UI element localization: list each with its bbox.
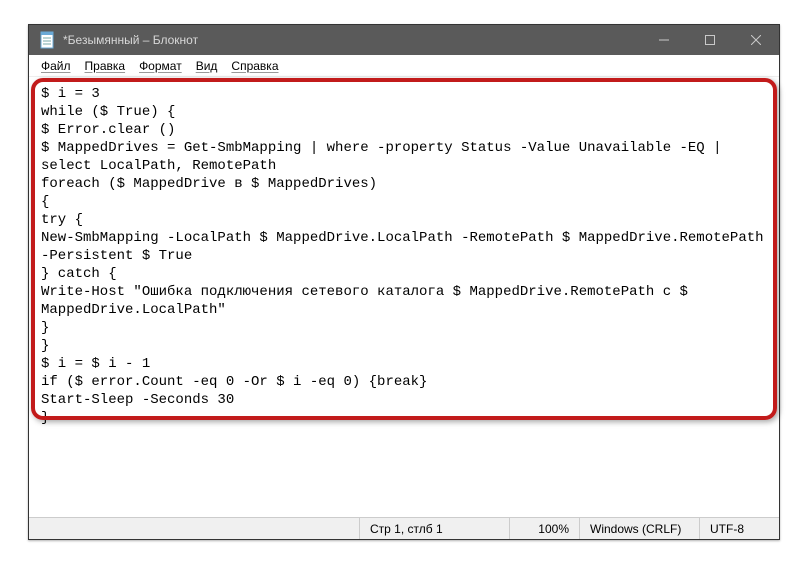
status-zoom: 100%	[509, 518, 579, 539]
maximize-button[interactable]	[687, 25, 733, 55]
status-line-ending: Windows (CRLF)	[579, 518, 699, 539]
text-editor[interactable]: $ i = 3 while ($ True) { $ Error.clear (…	[35, 81, 773, 515]
statusbar: Стр 1, стлб 1 100% Windows (CRLF) UTF-8	[29, 517, 779, 539]
menu-format[interactable]: Формат	[133, 57, 188, 75]
menubar: Файл Правка Формат Вид Справка	[29, 55, 779, 77]
notepad-icon	[39, 30, 55, 50]
minimize-button[interactable]	[641, 25, 687, 55]
menu-view[interactable]: Вид	[190, 57, 224, 75]
menu-file[interactable]: Файл	[35, 57, 77, 75]
status-encoding: UTF-8	[699, 518, 779, 539]
window-title: *Безымянный – Блокнот	[63, 33, 641, 47]
menu-edit[interactable]: Правка	[79, 57, 132, 75]
close-button[interactable]	[733, 25, 779, 55]
titlebar: *Безымянный – Блокнот	[29, 25, 779, 55]
status-position: Стр 1, стлб 1	[359, 518, 509, 539]
content-area: $ i = 3 while ($ True) { $ Error.clear (…	[29, 77, 779, 517]
menu-help[interactable]: Справка	[225, 57, 284, 75]
notepad-window: *Безымянный – Блокнот Файл Правка Формат…	[28, 24, 780, 540]
status-spacer	[29, 518, 359, 539]
